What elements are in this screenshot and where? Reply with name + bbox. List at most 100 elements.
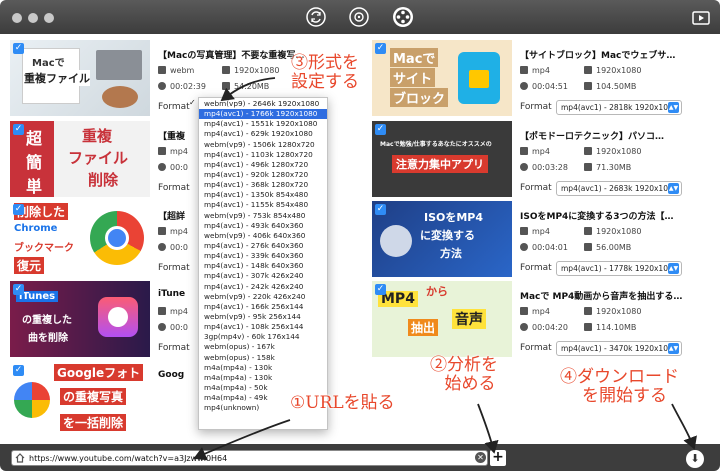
download-size-icon [584, 82, 592, 90]
video-card: MP4 から 抽出 音声 ✓ Macで MP4動画から音声を抽出する… mp4 … [372, 281, 712, 357]
select-checkbox[interactable]: ✓ [13, 204, 24, 215]
resolution-meta: 1920x1080 [584, 227, 641, 236]
checkmark-icon: ✓ [189, 98, 196, 107]
film-icon [520, 227, 528, 235]
clock-icon [520, 323, 528, 331]
dropdown-option[interactable]: mp4(avc1) - 108k 256x144 [199, 322, 327, 332]
dropdown-option[interactable]: mp4(avc1) - 629k 1920x1080 [199, 129, 327, 139]
film-icon [158, 227, 166, 235]
annotation-analyze: ②分析を 始める [430, 355, 498, 394]
close-window-button[interactable] [12, 13, 22, 23]
video-thumbnail: MP4 から 抽出 音声 [372, 281, 512, 357]
format-select[interactable]: mp4(avc1) - 2818k 1920x1080 ▲▼ [556, 100, 682, 115]
thumb-text: を一括削除 [60, 414, 127, 431]
dropdown-option[interactable]: mp4(avc1) - 242k 426x240 [199, 282, 327, 292]
dropdown-option[interactable]: m4a(mp4a) - 130k [199, 363, 327, 373]
select-checkbox[interactable]: ✓ [13, 124, 24, 135]
dropdown-option[interactable]: webm(vp9) - 1506k 1280x720 [199, 140, 327, 150]
zoom-window-button[interactable] [44, 13, 54, 23]
dropdown-option[interactable]: mp4(avc1) - 1155k 854x480 [199, 200, 327, 210]
dropdown-option[interactable]: webm(vp9) - 406k 640x360 [199, 231, 327, 241]
dropdown-option[interactable]: 3gp(mp4v) - 60k 176x144 [199, 332, 327, 342]
select-checkbox[interactable]: ✓ [375, 204, 386, 215]
select-checkbox[interactable]: ✓ [375, 124, 386, 135]
film-icon [158, 147, 166, 155]
minimize-window-button[interactable] [28, 13, 38, 23]
video-thumbnail: 超 簡 単 重複 ファイル 削除 [10, 121, 150, 197]
resolution-meta: 1920x1080 [584, 147, 641, 156]
dropdown-option[interactable]: mp4(avc1) - 496k 1280x720 [199, 160, 327, 170]
format-meta: webm [158, 66, 194, 75]
dropdown-option[interactable]: mp4(avc1) - 1103k 1280x720 [199, 150, 327, 160]
add-analyze-button[interactable]: + [490, 450, 506, 466]
duration-meta: 00:0 [158, 163, 188, 172]
resolution-icon [584, 307, 592, 315]
clock-icon [158, 163, 166, 171]
thumb-text: 方法 [440, 247, 462, 260]
film-download-icon[interactable] [392, 6, 414, 28]
download-size-icon [584, 323, 592, 331]
url-input[interactable] [11, 450, 488, 466]
clear-icon[interactable]: ✕ [475, 452, 486, 463]
select-checkbox[interactable]: ✓ [13, 43, 24, 54]
thumb-text: Macで勉強/仕事するあなたにオススメの [380, 141, 492, 148]
resolution-meta: 1920x1080 [584, 66, 641, 75]
size-meta: 71.30MB [584, 163, 631, 172]
dropdown-option[interactable]: mp4(avc1) - 307k 426x240 [199, 271, 327, 281]
dropdown-option[interactable]: m4a(mp4a) - 50k [199, 383, 327, 393]
convert-icon[interactable] [348, 6, 370, 28]
dropdown-option[interactable]: webm(vp9) - 95k 256x144 [199, 312, 327, 322]
clock-icon [520, 243, 528, 251]
video-thumbnail: ISOをMP4 に変換する 方法 [372, 201, 512, 277]
dropdown-option[interactable]: mp4(avc1) - 368k 1280x720 [199, 180, 327, 190]
format-select[interactable]: mp4(avc1) - 2683k 1920x1080 ▲▼ [556, 181, 682, 196]
film-icon [158, 307, 166, 315]
dropdown-option[interactable]: mp4(avc1) - 148k 640x360 [199, 261, 327, 271]
dropdown-option[interactable]: webm(opus) - 167k [199, 342, 327, 352]
video-thumbnail: iTunes の重複した 曲を削除 [10, 281, 150, 357]
duration-meta: 00:02:39 [158, 82, 206, 91]
select-checkbox[interactable]: ✓ [375, 284, 386, 295]
dropdown-option[interactable]: mp4(avc1) - 276k 640x360 [199, 241, 327, 251]
thumb-text: サイト [390, 68, 436, 87]
format-select[interactable]: mp4(avc1) - 3470k 1920x1080 ▲▼ [556, 341, 682, 356]
film-icon [520, 147, 528, 155]
video-card: ISOをMP4 に変換する 方法 ✓ ISOをMP4に変換する3つの方法【… m… [372, 201, 712, 277]
dropdown-option[interactable]: m4a(mp4a) - 130k [199, 373, 327, 383]
format-dropdown-list[interactable]: webm(vp9) - 2646k 1920x1080 mp4(avc1) - 1… [198, 97, 328, 430]
dropdown-option[interactable]: webm(vp9) - 753k 854x480 [199, 211, 327, 221]
media-icon[interactable] [690, 7, 712, 29]
clock-icon [520, 163, 528, 171]
resolution-icon [584, 147, 592, 155]
select-checkbox[interactable]: ✓ [13, 284, 24, 295]
select-checkbox[interactable]: ✓ [13, 365, 24, 376]
resolution-icon [222, 66, 230, 74]
video-thumbnail: Macで サイト ブロック [372, 40, 512, 116]
sync-icon[interactable] [305, 6, 327, 28]
format-label: Format [520, 183, 552, 193]
clock-icon [158, 243, 166, 251]
format-select[interactable]: mp4(avc1) - 1778k 1920x1080 ▲▼ [556, 261, 682, 276]
duration-meta: 00:0 [158, 323, 188, 332]
select-checkbox[interactable]: ✓ [375, 43, 386, 54]
video-title: ISOをMP4に変換する3つの方法【… [520, 212, 674, 222]
thumb-text: から [426, 285, 448, 298]
dropdown-option[interactable]: mp4(avc1) - 1551k 1920x1080 [199, 119, 327, 129]
dropdown-option[interactable]: mp4(avc1) - 1350k 854x480 [199, 190, 327, 200]
duration-meta: 00:04:20 [520, 323, 568, 332]
dropdown-option[interactable]: webm(vp9) - 220k 426x240 [199, 292, 327, 302]
dropdown-option[interactable]: mp4(avc1) - 493k 640x360 [199, 221, 327, 231]
dropdown-option[interactable]: webm(vp9) - 2646k 1920x1080 [199, 99, 327, 109]
dropdown-option[interactable]: webm(opus) - 158k [199, 353, 327, 363]
dropdown-option[interactable]: mp4(avc1) - 1766k 1920x1080 [199, 109, 327, 120]
annotation-paste: ①URLを貼る [290, 393, 395, 413]
format-label: Format [520, 102, 552, 112]
home-icon[interactable] [15, 453, 25, 463]
dropdown-option[interactable]: mp4(avc1) - 166k 256x144 [199, 302, 327, 312]
download-button[interactable]: ⬇ [686, 450, 704, 468]
thumb-text: の重複写真 [60, 388, 127, 405]
dropdown-option[interactable]: mp4(avc1) - 920k 1280x720 [199, 170, 327, 180]
dropdown-option[interactable]: mp4(avc1) - 339k 640x360 [199, 251, 327, 261]
thumb-text: 抽出 [408, 319, 439, 336]
thumb-text: 重複 [82, 127, 113, 145]
